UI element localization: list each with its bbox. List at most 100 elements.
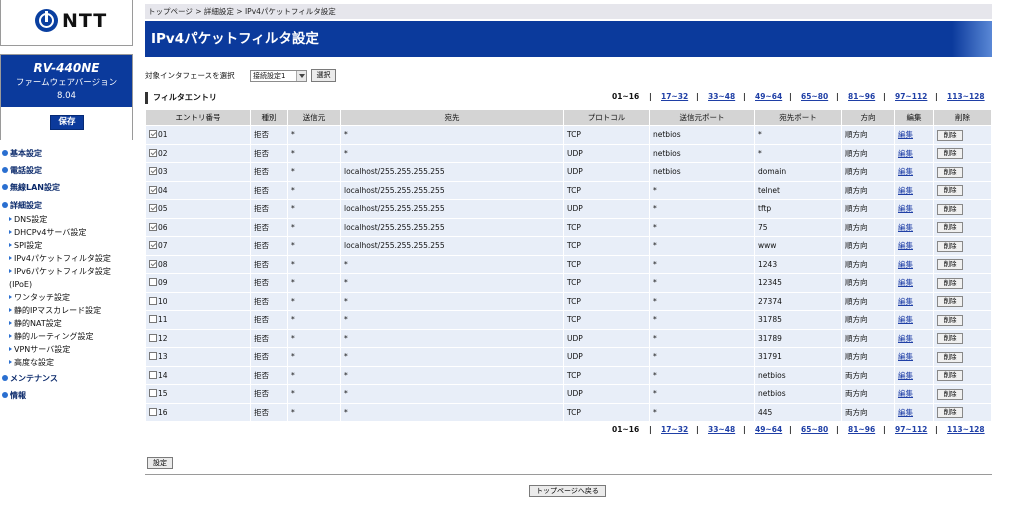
entry-enable-checkbox[interactable] bbox=[149, 407, 157, 416]
delete-cell: 削除 bbox=[934, 274, 991, 292]
delete-button[interactable]: 削除 bbox=[937, 185, 963, 197]
entry-enable-checkbox[interactable] bbox=[149, 296, 157, 305]
pager-link[interactable]: 17~32 bbox=[661, 424, 688, 436]
edit-link[interactable]: 編集 bbox=[898, 371, 913, 380]
pager-link[interactable]: 113~128 bbox=[947, 91, 985, 103]
nav-item-dhcpv4[interactable]: DHCPv4サーバ設定 bbox=[9, 227, 86, 238]
delete-button[interactable]: 削除 bbox=[937, 259, 963, 271]
nav-category-basic[interactable]: 基本設定 bbox=[2, 148, 42, 159]
edit-link[interactable]: 編集 bbox=[898, 223, 913, 232]
nav-category-advanced[interactable]: 詳細設定 bbox=[2, 200, 42, 211]
entry-enable-checkbox[interactable] bbox=[149, 333, 157, 342]
delete-button[interactable]: 削除 bbox=[937, 370, 963, 382]
edit-link[interactable]: 編集 bbox=[898, 297, 913, 306]
destination-cell: localhost/255.255.255.255 bbox=[341, 200, 563, 218]
delete-button[interactable]: 削除 bbox=[937, 203, 963, 215]
nav-item-static-nat[interactable]: 静的NAT設定 bbox=[9, 318, 62, 329]
delete-button[interactable]: 削除 bbox=[937, 351, 963, 363]
delete-button[interactable]: 削除 bbox=[937, 277, 963, 289]
nav-category-wireless[interactable]: 無線LAN設定 bbox=[2, 182, 60, 193]
edit-link[interactable]: 編集 bbox=[898, 278, 913, 287]
bullet-icon bbox=[2, 150, 8, 156]
entry-enable-checkbox[interactable] bbox=[149, 352, 157, 361]
entry-enable-checkbox[interactable] bbox=[149, 167, 157, 176]
apply-settings-button[interactable]: 設定 bbox=[147, 457, 173, 469]
edit-link[interactable]: 編集 bbox=[898, 260, 913, 269]
nav-item-static-ip-masquerade[interactable]: 静的IPマスカレード設定 bbox=[9, 305, 101, 316]
entry-enable-checkbox[interactable] bbox=[149, 370, 157, 379]
nav-item-dns[interactable]: DNS設定 bbox=[9, 214, 47, 225]
pager-link[interactable]: 65~80 bbox=[801, 424, 828, 436]
delete-cell: 削除 bbox=[934, 163, 991, 181]
edit-link[interactable]: 編集 bbox=[898, 204, 913, 213]
nav-category-phone[interactable]: 電話設定 bbox=[2, 165, 42, 176]
edit-link[interactable]: 編集 bbox=[898, 315, 913, 324]
pager-link[interactable]: 65~80 bbox=[801, 91, 828, 103]
entry-enable-checkbox[interactable] bbox=[149, 130, 157, 139]
divider bbox=[145, 474, 992, 475]
pager-link[interactable]: 49~64 bbox=[755, 91, 782, 103]
edit-link[interactable]: 編集 bbox=[898, 130, 913, 139]
direction-cell: 順方向 bbox=[842, 144, 894, 162]
nav-item-spi[interactable]: SPI設定 bbox=[9, 240, 42, 251]
edit-link[interactable]: 編集 bbox=[898, 186, 913, 195]
pager-link[interactable]: 97~112 bbox=[895, 424, 927, 436]
nav-item-advanced-settings[interactable]: 高度な設定 bbox=[9, 357, 54, 368]
interface-select[interactable]: 接続設定1 bbox=[250, 70, 307, 82]
edit-link[interactable]: 編集 bbox=[898, 334, 913, 343]
back-to-top-button[interactable]: トップページへ戻る bbox=[529, 485, 606, 497]
pager-link[interactable]: 33~48 bbox=[708, 424, 735, 436]
edit-link[interactable]: 編集 bbox=[898, 241, 913, 250]
delete-button[interactable]: 削除 bbox=[937, 333, 963, 345]
entry-enable-checkbox[interactable] bbox=[149, 259, 157, 268]
nav-item-ipv6-filter[interactable]: IPv6パケットフィルタ設定 bbox=[9, 266, 111, 277]
pager-link[interactable]: 33~48 bbox=[708, 91, 735, 103]
select-button[interactable]: 選択 bbox=[311, 69, 336, 82]
delete-button[interactable]: 削除 bbox=[937, 388, 963, 400]
delete-button[interactable]: 削除 bbox=[937, 240, 963, 252]
entry-enable-checkbox[interactable] bbox=[149, 278, 157, 287]
pager-link[interactable]: 97~112 bbox=[895, 91, 927, 103]
destination-port-cell: netbios bbox=[755, 385, 841, 403]
nav-item-static-routing[interactable]: 静的ルーティング設定 bbox=[9, 331, 94, 342]
pager-separator: | bbox=[883, 425, 886, 434]
edit-link[interactable]: 編集 bbox=[898, 149, 913, 158]
pager-link[interactable]: 81~96 bbox=[848, 424, 875, 436]
delete-button[interactable]: 削除 bbox=[937, 222, 963, 234]
nav-category-maintenance[interactable]: メンテナンス bbox=[2, 373, 58, 384]
entry-enable-checkbox[interactable] bbox=[149, 241, 157, 250]
delete-button[interactable]: 削除 bbox=[937, 148, 963, 160]
rule-type-cell: 拒否 bbox=[251, 200, 287, 218]
delete-button[interactable]: 削除 bbox=[937, 407, 963, 419]
edit-link[interactable]: 編集 bbox=[898, 167, 913, 176]
nav-item-ipv4-filter[interactable]: IPv4パケットフィルタ設定 bbox=[9, 253, 111, 264]
pager-link[interactable]: 17~32 bbox=[661, 91, 688, 103]
entry-enable-checkbox[interactable] bbox=[149, 185, 157, 194]
delete-button[interactable]: 削除 bbox=[937, 296, 963, 308]
save-button[interactable]: 保存 bbox=[50, 115, 84, 130]
nav-item-ipv6-filter-suffix[interactable]: (IPoE) bbox=[9, 279, 32, 290]
delete-button[interactable]: 削除 bbox=[937, 129, 963, 141]
entry-enable-checkbox[interactable] bbox=[149, 204, 157, 213]
pager-link[interactable]: 49~64 bbox=[755, 424, 782, 436]
edit-link[interactable]: 編集 bbox=[898, 408, 913, 417]
entry-enable-checkbox[interactable] bbox=[149, 389, 157, 398]
edit-link[interactable]: 編集 bbox=[898, 352, 913, 361]
nav-item-vpn-server[interactable]: VPNサーバ設定 bbox=[9, 344, 70, 355]
protocol-cell: UDP bbox=[564, 144, 649, 162]
entry-number-cell: 10 bbox=[146, 292, 250, 310]
nav-item-one-touch[interactable]: ワンタッチ設定 bbox=[9, 292, 70, 303]
delete-button[interactable]: 削除 bbox=[937, 314, 963, 326]
entry-enable-checkbox[interactable] bbox=[149, 222, 157, 231]
entry-number-cell: 06 bbox=[146, 218, 250, 236]
protocol-cell: TCP bbox=[564, 126, 649, 144]
pager-link[interactable]: 113~128 bbox=[947, 424, 985, 436]
entry-enable-checkbox[interactable] bbox=[149, 315, 157, 324]
edit-link[interactable]: 編集 bbox=[898, 389, 913, 398]
entry-enable-checkbox[interactable] bbox=[149, 148, 157, 157]
nav-category-info[interactable]: 情報 bbox=[2, 390, 26, 401]
direction-cell: 順方向 bbox=[842, 311, 894, 329]
protocol-cell: TCP bbox=[564, 255, 649, 273]
delete-button[interactable]: 削除 bbox=[937, 166, 963, 178]
pager-link[interactable]: 81~96 bbox=[848, 91, 875, 103]
